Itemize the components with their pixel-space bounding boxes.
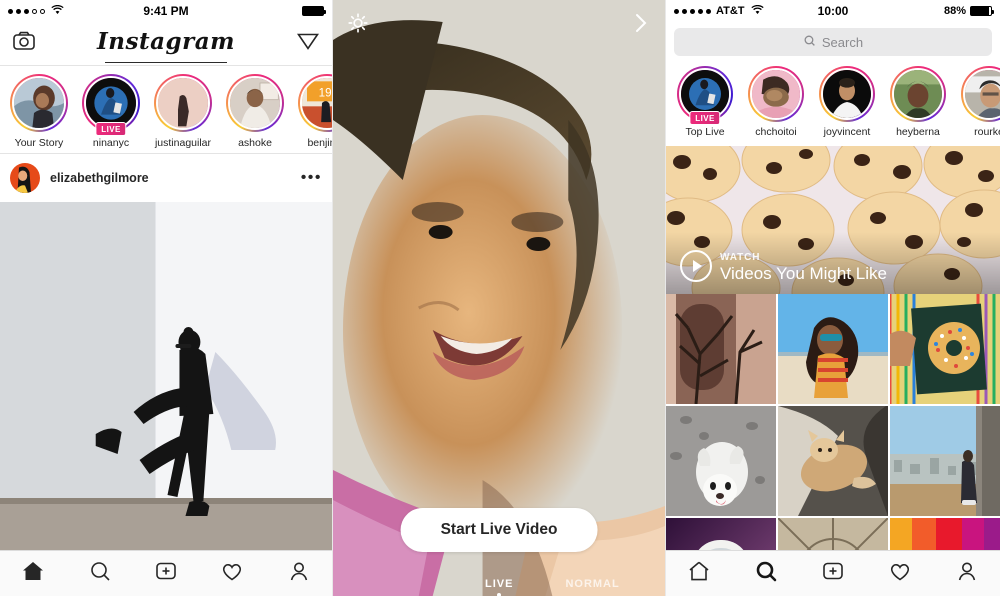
story-username: benjimin [307,137,332,149]
grid-item[interactable] [778,406,888,516]
grid-item[interactable] [666,406,776,516]
svg-text:19: 19 [319,86,332,99]
search-icon[interactable] [88,559,112,588]
add-icon[interactable] [821,559,845,588]
status-time: 9:41 PM [143,4,189,18]
search-placeholder: Search [821,34,864,50]
story-item[interactable]: chchoitoi [745,66,807,140]
status-time: 10:00 [817,4,849,18]
story-ring [819,66,875,122]
paper-plane-icon[interactable] [296,29,320,58]
watch-videos-banner[interactable]: WATCH Videos You Might Like [666,146,1000,294]
camera-preview[interactable]: Start Live Video LIVE NORMAL BOOM [333,0,665,596]
ellipsis-icon[interactable]: ••• [301,170,322,186]
banner-text: WATCH Videos You Might Like [720,252,887,284]
banner-title: Videos You Might Like [720,264,887,283]
screenshot-root: 9:41 PM Instagram Your Story LIVE ninany… [0,0,1000,596]
heart-icon[interactable] [888,559,912,588]
story-item[interactable]: rourke [958,66,1000,140]
story-username: heyberna [896,126,940,138]
story-ring: 19 [298,74,332,132]
story-item[interactable]: ashoke [224,74,286,149]
stories-tray[interactable]: Your Story LIVE ninanyc justinaguilar as… [0,66,332,154]
panel-live-camera: Start Live Video LIVE NORMAL BOOM [333,0,666,596]
tabbar-feed[interactable] [0,550,332,596]
story-username: justinaguilar [154,137,212,149]
start-live-video-button[interactable]: Start Live Video [400,508,598,552]
story-item[interactable]: LIVE Top Live [674,66,736,140]
panel-explore-search: AT&T 10:00 88% Search LIVE Top Live chch… [666,0,1000,596]
post-username[interactable]: elizabethgilmore [50,171,149,185]
camera-icon[interactable] [12,29,36,58]
story-username: ashoke [238,137,272,149]
post-image[interactable] [0,202,332,553]
grid-item[interactable] [890,294,1000,404]
chevron-right-icon[interactable] [631,12,651,39]
status-bar-feed: 9:41 PM [0,0,332,22]
tabbar-explore[interactable] [666,550,1000,596]
battery-indicator [302,6,326,16]
status-bar-explore: AT&T 10:00 88% [666,0,1000,22]
story-username: ninanyc [92,137,130,149]
story-ring [890,66,946,122]
gear-icon[interactable] [347,12,369,39]
banner-kicker: WATCH [720,252,761,263]
story-ring [226,74,284,132]
profile-icon[interactable] [955,559,979,588]
profile-icon[interactable] [287,559,311,588]
search-input[interactable]: Search [674,28,992,56]
story-username: joyvincent [823,126,871,138]
home-icon[interactable] [21,559,45,588]
grid-item[interactable] [666,294,776,404]
story-item[interactable]: heyberna [887,66,949,140]
search-icon[interactable] [754,559,778,588]
story-username: Top Live [685,126,725,138]
live-badge: LIVE [689,111,721,125]
live-badge: LIVE [95,122,127,136]
instagram-wordmark: Instagram [97,28,235,63]
mode-normal[interactable]: NORMAL [565,578,619,590]
explore-stories-tray[interactable]: LIVE Top Live chchoitoi joyvincent heybe… [666,64,1000,146]
story-item[interactable]: LIVE ninanyc [80,74,142,149]
story-username: Your Story [14,137,64,149]
story-username: chchoitoi [755,126,797,138]
grid-item[interactable] [890,406,1000,516]
grid-item[interactable] [778,294,888,404]
story-item[interactable]: justinaguilar [152,74,214,149]
heart-icon[interactable] [220,559,244,588]
add-icon[interactable] [154,559,178,588]
story-ring [748,66,804,122]
story-item[interactable]: Your Story [8,74,70,149]
play-icon[interactable] [680,250,712,282]
story-ring [154,74,212,132]
story-ring [10,74,68,132]
avatar[interactable] [10,163,40,193]
story-item[interactable]: 19 benjimin [296,74,332,149]
story-ring [961,66,1000,122]
home-icon[interactable] [687,559,711,588]
mode-live[interactable]: LIVE [485,578,513,590]
search-bar-container: Search [666,22,1000,64]
panel-instagram-feed: 9:41 PM Instagram Your Story LIVE ninany… [0,0,333,596]
story-item[interactable]: joyvincent [816,66,878,140]
story-username: rourke [974,126,1000,138]
post-header: elizabethgilmore ••• [0,154,332,202]
camera-mode-selector[interactable]: LIVE NORMAL BOOM [333,578,665,590]
feed-navbar: Instagram [0,22,332,66]
search-icon [803,34,816,50]
